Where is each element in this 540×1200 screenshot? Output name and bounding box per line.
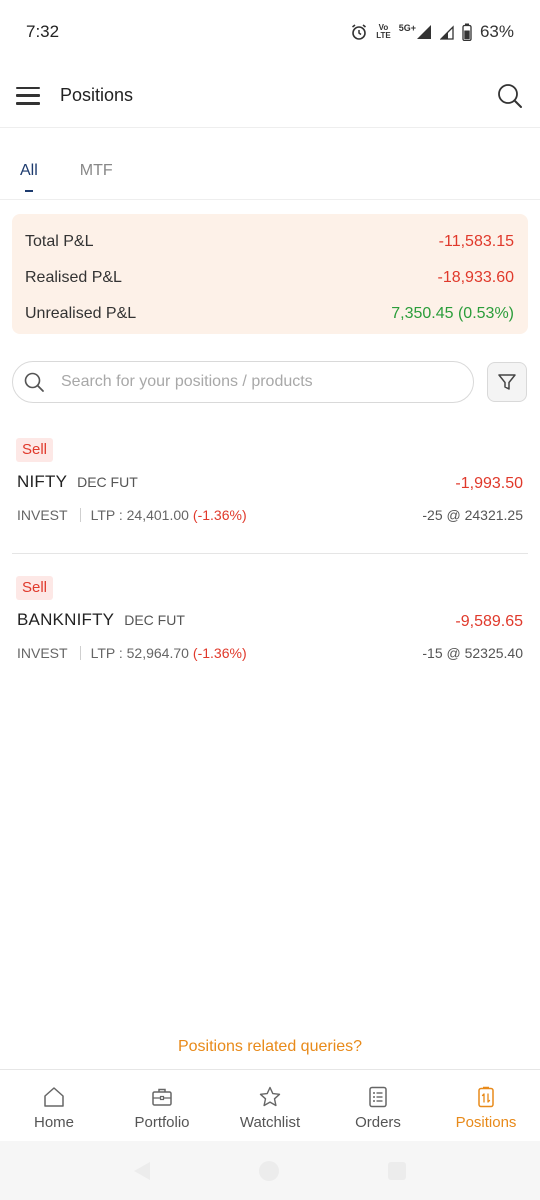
filter-button[interactable] (487, 362, 527, 402)
nav-positions[interactable]: Positions (432, 1070, 540, 1141)
back-icon[interactable] (134, 1161, 151, 1180)
star-icon (259, 1086, 281, 1107)
system-nav-bar (0, 1141, 540, 1200)
position-tabs: All MTF (0, 128, 540, 200)
home-icon (44, 1087, 64, 1107)
product-type: INVEST (17, 507, 68, 523)
status-bar: 7:32 Vo LTE 5G+ 63% (0, 0, 540, 64)
side-badge: Sell (16, 438, 54, 462)
position-expiry: DEC FUT (77, 474, 138, 490)
position-info: INVEST LTP : 24,401.00 (-1.36%) (17, 507, 247, 523)
ltp-change: (-1.36%) (192, 507, 247, 523)
signal-icon (416, 25, 431, 39)
bottom-nav: Home Portfolio Watchlist Orders Position… (0, 1069, 540, 1141)
network-type: 5G+ (399, 24, 432, 40)
positions-search-input[interactable] (61, 373, 441, 391)
realised-pnl-row: Realised P&L -18,933.60 (25, 260, 514, 296)
tab-all[interactable]: All (20, 128, 38, 199)
search-icon[interactable] (496, 82, 524, 110)
product-type: INVEST (17, 645, 68, 661)
position-pnl: -9,589.65 (455, 613, 523, 630)
status-time: 7:32 (26, 22, 60, 41)
position-symbol: NIFTY (17, 472, 68, 491)
symbol-row: BANKNIFTY DEC FUT (17, 610, 185, 630)
pnl-summary-card: Total P&L -11,583.15 Realised P&L -18,93… (12, 214, 528, 334)
battery-percent: 63% (479, 22, 514, 41)
ltp: LTP : 52,964.70 (90, 645, 189, 661)
position-row-banknifty[interactable]: Sell BANKNIFTY DEC FUT -9,589.65 INVEST … (12, 556, 528, 692)
alarm-icon (352, 24, 367, 40)
battery-icon (462, 23, 472, 41)
nav-home[interactable]: Home (0, 1070, 108, 1141)
qty-price: -15 @ 52325.40 (422, 645, 523, 661)
home-button-icon[interactable] (258, 1160, 279, 1181)
ltp: LTP : 24,401.00 (90, 507, 189, 523)
info-divider (79, 508, 81, 522)
info-divider (79, 646, 81, 660)
positions-icon (478, 1086, 494, 1108)
total-pnl-row: Total P&L -11,583.15 (25, 224, 514, 260)
position-expiry: DEC FUT (124, 612, 185, 628)
unrealised-pnl-label: Unrealised P&L (25, 305, 137, 322)
realised-pnl-label: Realised P&L (25, 269, 122, 286)
nav-watchlist[interactable]: Watchlist (216, 1070, 324, 1141)
positions-queries-link[interactable]: Positions related queries? (0, 1038, 540, 1056)
filter-icon (498, 374, 516, 390)
hamburger-menu-icon[interactable] (16, 84, 40, 108)
qty-price: -25 @ 24321.25 (422, 507, 523, 523)
side-badge: Sell (16, 576, 54, 600)
volte-indicator: Vo LTE (376, 23, 391, 40)
tab-mtf[interactable]: MTF (80, 128, 113, 199)
total-pnl-label: Total P&L (25, 233, 94, 250)
nav-orders[interactable]: Orders (324, 1070, 432, 1141)
ltp-change: (-1.36%) (192, 645, 247, 661)
total-pnl-value: -11,583.15 (438, 233, 514, 250)
position-info: INVEST LTP : 52,964.70 (-1.36%) (17, 645, 247, 661)
orders-list-icon (369, 1086, 387, 1108)
app-header: Positions (0, 64, 540, 128)
positions-search-box[interactable] (12, 361, 474, 403)
recent-apps-icon[interactable] (387, 1161, 406, 1180)
symbol-row: NIFTY DEC FUT (17, 472, 138, 492)
unrealised-pnl-value: 7,350.45 (0.53%) (391, 305, 514, 322)
signal-icon-2 (439, 25, 454, 40)
nav-portfolio[interactable]: Portfolio (108, 1070, 216, 1141)
realised-pnl-value: -18,933.60 (437, 269, 514, 286)
position-pnl: -1,993.50 (455, 475, 523, 492)
page-title: Positions (60, 85, 134, 105)
active-tab-indicator (25, 190, 33, 192)
unrealised-pnl-row: Unrealised P&L 7,350.45 (0.53%) (25, 296, 514, 332)
status-icons: Vo LTE 5G+ 63% (350, 22, 514, 42)
position-row-nifty[interactable]: Sell NIFTY DEC FUT -1,993.50 INVEST LTP … (12, 418, 528, 554)
search-field-icon (24, 372, 44, 392)
position-symbol: BANKNIFTY (17, 610, 115, 629)
briefcase-icon (152, 1088, 172, 1106)
